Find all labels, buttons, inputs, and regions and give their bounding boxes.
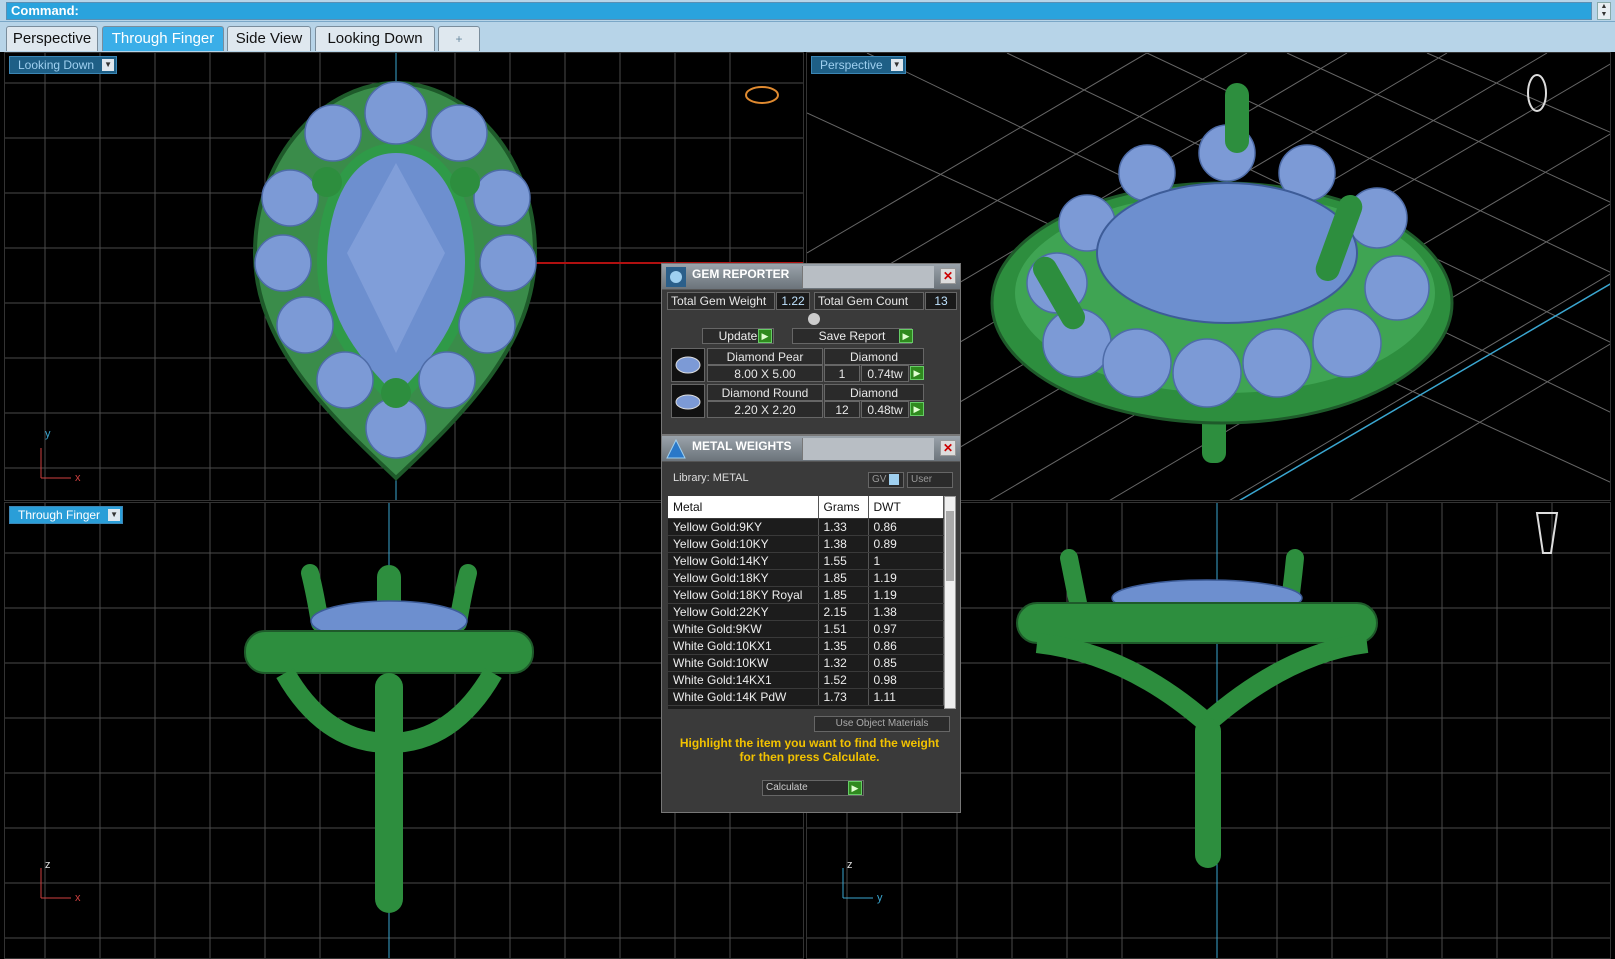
tab-perspective[interactable]: Perspective xyxy=(6,26,98,51)
close-icon[interactable]: ✕ xyxy=(940,268,956,284)
axis-x-label: x xyxy=(75,472,81,484)
gem-size: 8.00 X 5.00 xyxy=(707,365,823,382)
viewport-label-text: Through Finger xyxy=(18,508,101,522)
table-row[interactable]: White Gold:9KW 1.51 0.97 xyxy=(668,620,944,638)
gem-reporter-title: GEM REPORTER xyxy=(692,267,790,281)
close-icon[interactable]: ✕ xyxy=(940,440,956,456)
scrollbar-thumb[interactable] xyxy=(946,511,954,581)
axis-x-label: x xyxy=(75,892,81,904)
viewport-label-text: Perspective xyxy=(820,58,883,72)
table-row[interactable]: White Gold:10KX1 1.35 0.86 xyxy=(668,637,944,655)
calculate-hint: Highlight the item you want to find the … xyxy=(679,736,940,764)
gem-name: Diamond Pear xyxy=(707,348,823,365)
chevron-down-icon[interactable]: ▼ xyxy=(102,59,115,71)
table-row[interactable]: Yellow Gold:18KY 1.85 1.19 xyxy=(668,569,944,587)
axis-y-label: y xyxy=(45,428,51,440)
gem-material: Diamond xyxy=(824,384,924,401)
tab-through-finger[interactable]: Through Finger xyxy=(102,26,224,51)
table-row[interactable]: White Gold:14KX1 1.52 0.98 xyxy=(668,671,944,689)
total-gem-weight-value: 1.22 xyxy=(776,292,810,310)
ring-navigator-icon[interactable] xyxy=(745,86,779,104)
tab-side-view[interactable]: Side View xyxy=(227,26,311,51)
viewport-label-looking-down[interactable]: Looking Down ▼ xyxy=(9,56,118,74)
pear-gem-icon xyxy=(671,348,705,382)
axis-y-label: y xyxy=(877,892,883,904)
axis-z-label: z xyxy=(847,859,853,871)
metal-weights-panel: METAL WEIGHTS ✕ Library: METAL GV User M… xyxy=(661,435,961,813)
gem-weight: 0.74tw xyxy=(861,365,909,382)
view-tabbar: Perspective Through Finger Side View Loo… xyxy=(0,22,1615,52)
column-header[interactable]: Metal xyxy=(668,496,819,519)
gv-toggle-indicator xyxy=(889,474,899,485)
table-row[interactable]: Yellow Gold:22KY 2.15 1.38 xyxy=(668,603,944,621)
library-label: Library: METAL xyxy=(673,472,749,484)
total-gem-count-value: 13 xyxy=(925,292,957,310)
table-row[interactable]: Yellow Gold:14KY 1.55 1 xyxy=(668,552,944,570)
table-scrollbar[interactable] xyxy=(944,496,956,709)
round-gem-icon xyxy=(671,384,705,418)
total-gem-count-label: Total Gem Count xyxy=(814,292,924,310)
play-icon[interactable]: ▶ xyxy=(758,329,772,343)
gem-weight: 0.48tw xyxy=(861,401,909,418)
view-cube-icon[interactable] xyxy=(1535,512,1559,554)
command-input[interactable]: Command: xyxy=(6,2,1592,20)
tab-looking-down[interactable]: Looking Down xyxy=(315,26,435,51)
viewport-label-perspective[interactable]: Perspective ▼ xyxy=(811,56,906,74)
play-icon[interactable]: ▶ xyxy=(848,781,862,795)
add-tab-button[interactable]: + xyxy=(438,26,480,51)
chevron-down-icon[interactable]: ▼ xyxy=(890,59,903,71)
metal-weights-titlebar[interactable]: METAL WEIGHTS ✕ xyxy=(662,436,960,462)
table-row[interactable]: White Gold:14K PdW 1.73 1.11 xyxy=(668,688,944,706)
gem-row[interactable]: Diamond Pear Diamond 8.00 X 5.00 1 0.74t… xyxy=(667,348,957,382)
table-row[interactable]: Yellow Gold:9KY 1.33 0.86 xyxy=(668,518,944,536)
gem-count: 12 xyxy=(824,401,860,418)
command-scroll[interactable]: ▲ ▼ xyxy=(1597,2,1611,20)
total-gem-weight-label: Total Gem Weight xyxy=(667,292,775,310)
gem-reporter-panel: GEM REPORTER ✕ Total Gem Weight 1.22 Tot… xyxy=(661,263,961,435)
gem-size: 2.20 X 2.20 xyxy=(707,401,823,418)
collapse-handle[interactable] xyxy=(808,313,820,325)
command-label: Command: xyxy=(11,3,79,18)
user-toggle[interactable]: User xyxy=(907,472,953,488)
gem-name: Diamond Round xyxy=(707,384,823,401)
gem-reporter-titlebar[interactable]: GEM REPORTER ✕ xyxy=(662,264,960,290)
command-bar: Command: ▲ ▼ xyxy=(0,0,1615,22)
viewport-label-text: Looking Down xyxy=(18,58,95,72)
gem-material: Diamond xyxy=(824,348,924,365)
gem-count: 1 xyxy=(824,365,860,382)
table-row[interactable]: White Gold:10KW 1.32 0.85 xyxy=(668,654,944,672)
column-header[interactable]: DWT xyxy=(868,496,944,519)
table-row[interactable]: Yellow Gold:10KY 1.38 0.89 xyxy=(668,535,944,553)
metal-weights-table[interactable]: Metal Grams DWT Yellow Gold:9KY 1.33 0.86 … xyxy=(668,496,944,709)
play-icon[interactable]: ▶ xyxy=(899,329,913,343)
chevron-down-icon[interactable]: ▼ xyxy=(108,509,121,521)
column-header[interactable]: Grams xyxy=(818,496,869,519)
axis-z-label: z xyxy=(45,859,51,871)
table-row[interactable]: Yellow Gold:18KY Royal 1.85 1.19 xyxy=(668,586,944,604)
play-icon[interactable]: ▶ xyxy=(910,366,924,380)
metal-weights-title: METAL WEIGHTS xyxy=(692,439,792,453)
view-cube-icon[interactable] xyxy=(1527,74,1547,112)
gem-row[interactable]: Diamond Round Diamond 2.20 X 2.20 12 0.4… xyxy=(667,384,957,418)
gem-reporter-icon xyxy=(666,267,686,287)
save-report-button[interactable]: Save Report xyxy=(792,328,912,344)
use-object-materials-toggle[interactable]: Use Object Materials xyxy=(814,716,950,732)
play-icon[interactable]: ▶ xyxy=(910,402,924,416)
viewport-label-through-finger[interactable]: Through Finger ▼ xyxy=(9,506,124,524)
pyramid-icon xyxy=(666,438,686,459)
